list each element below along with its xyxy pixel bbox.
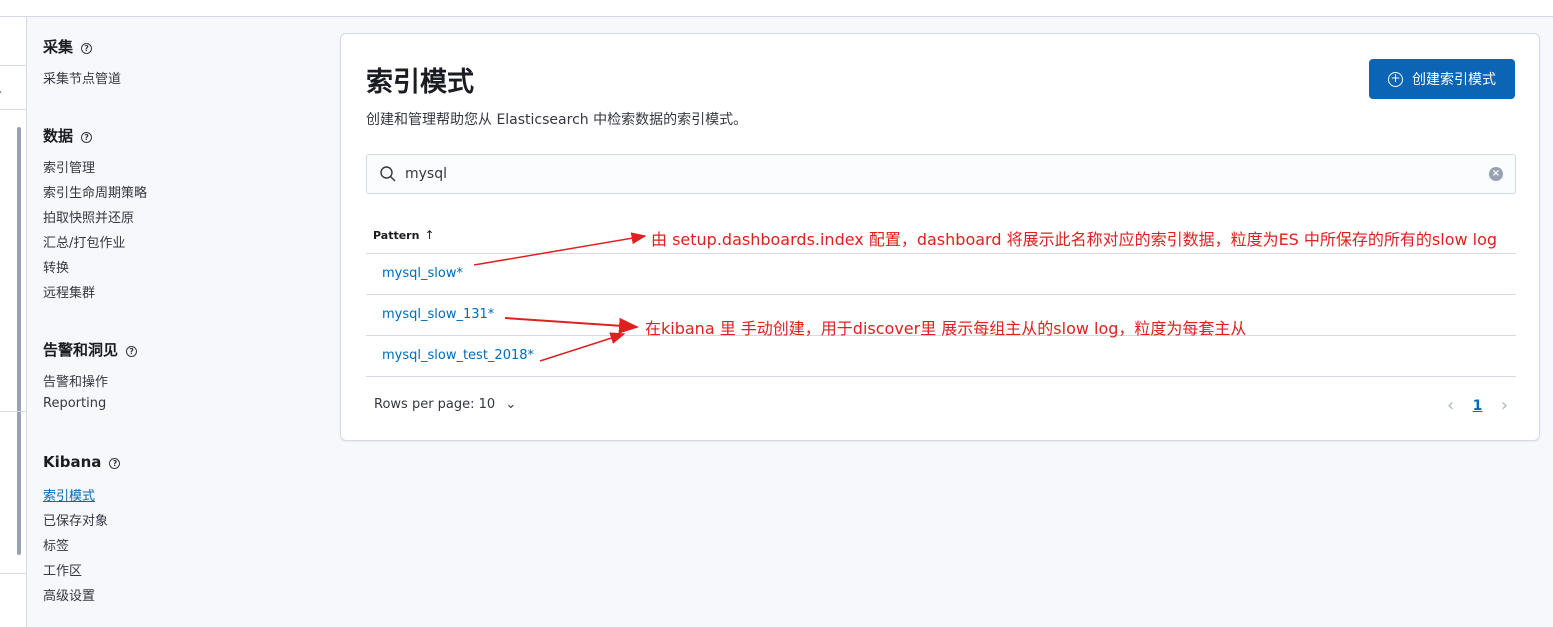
annotation-arrows [473, 232, 647, 362]
annotation-arrow [473, 232, 647, 266]
annotation-note: 在kibana 里 手动创建，用于discover里 展示每组主从的slow l… [645, 319, 1247, 338]
annotation-note: 由 setup.dashboards.index 配置，dashboard 将展… [651, 230, 1498, 249]
annotation-arrow [539, 332, 626, 362]
annotation-arrow [504, 317, 639, 334]
